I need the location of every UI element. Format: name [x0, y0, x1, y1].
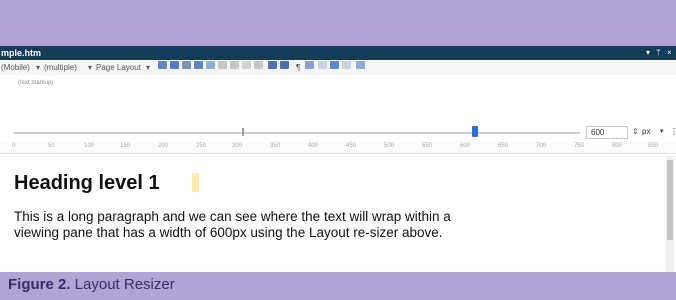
device-dropdown[interactable]: (Mobile)	[1, 61, 30, 75]
pin-icon[interactable]: ᛘ	[656, 47, 661, 59]
scrollbar-thumb[interactable]	[667, 160, 673, 240]
ruler-tick: 300	[232, 143, 243, 149]
page-icon[interactable]	[356, 61, 365, 69]
panel-right-icon[interactable]	[280, 61, 289, 69]
copy-icon[interactable]	[330, 61, 339, 69]
table-icon[interactable]	[230, 61, 239, 69]
ruler-tick: 850	[648, 143, 659, 149]
ruler-tick: 700	[536, 143, 547, 149]
more-options-icon[interactable]: ⋮	[670, 126, 676, 138]
long-paragraph[interactable]: This is a long paragraph and we can see …	[14, 209, 484, 241]
editor-screen: mple.htm ▾ ᛘ × (Mobile) ▾ (multiple) ▾ P…	[0, 46, 676, 272]
mode-dropdown[interactable]: (multiple)	[44, 61, 77, 75]
chevron-down-icon[interactable]: ▾	[146, 61, 150, 75]
ruler-tick: 100	[84, 143, 95, 149]
chevron-down-icon[interactable]: ▾	[36, 61, 40, 75]
document-title-bar: mple.htm ▾ ᛘ ×	[0, 46, 676, 60]
figure-caption: Figure 2. Layout Resizer	[8, 276, 175, 294]
text-markup-hint: (text markup)	[18, 80, 54, 86]
ruler-tick: 50	[48, 143, 55, 149]
ruler-tick: 350	[270, 143, 281, 149]
figure-label: Figure 2.	[8, 276, 71, 293]
ruler-tick: 450	[346, 143, 357, 149]
design-toolbar: (Mobile) ▾ (multiple) ▾ Page Layout ▾ ¶	[0, 61, 676, 75]
close-icon[interactable]: ×	[667, 47, 672, 59]
unit-select[interactable]: px	[642, 126, 650, 138]
show-hide-icon[interactable]	[305, 61, 314, 69]
ruler-tick: 600	[460, 143, 471, 149]
visual-aids-icon[interactable]	[318, 61, 327, 69]
ruler-tick: 150	[120, 143, 131, 149]
horizontal-ruler: 0 50 100 150 200 250 300 350 400 450 500…	[0, 142, 676, 154]
split-view-icon[interactable]	[170, 61, 179, 69]
heading-level-1[interactable]: Heading level 1	[14, 172, 160, 194]
design-surface[interactable]: Heading level 1 This is a long paragraph…	[0, 156, 664, 272]
width-input[interactable]: 600	[586, 126, 628, 139]
unit-dropdown-icon[interactable]: ▾	[660, 126, 664, 138]
paragraph-mark-icon[interactable]: ¶	[296, 61, 300, 75]
format-icon[interactable]	[242, 61, 251, 69]
layout-resizer-marker	[242, 128, 244, 136]
ruler-tick: 400	[308, 143, 319, 149]
vertical-scrollbar[interactable]	[666, 156, 674, 272]
image-icon[interactable]	[218, 61, 227, 69]
text-cursor	[192, 173, 199, 192]
layout-resizer-track[interactable]	[14, 132, 580, 134]
chevron-down-icon[interactable]: ▾	[88, 61, 92, 75]
preview-icon[interactable]	[194, 61, 203, 69]
width-spinner[interactable]: ⇕	[632, 126, 639, 138]
page-layout-dropdown[interactable]: Page Layout	[96, 61, 141, 75]
browser-icon[interactable]	[206, 61, 215, 69]
ruler-tick: 500	[384, 143, 395, 149]
ruler-tick: 200	[158, 143, 169, 149]
layout-resizer-handle[interactable]	[472, 126, 478, 137]
ruler-tick: 800	[612, 143, 623, 149]
ruler-tick: 650	[498, 143, 509, 149]
figure-title: Layout Resizer	[70, 276, 175, 293]
panel-left-icon[interactable]	[268, 61, 277, 69]
ruler-tick: 250	[196, 143, 207, 149]
file-name: mple.htm	[1, 48, 42, 58]
grid-icon[interactable]	[342, 61, 351, 69]
ruler-tick: 0	[12, 143, 16, 149]
design-view-icon[interactable]	[158, 61, 167, 69]
ruler-tick: 750	[574, 143, 585, 149]
align-icon[interactable]	[254, 61, 263, 69]
ruler-tick: 550	[422, 143, 433, 149]
dropdown-icon[interactable]: ▾	[646, 47, 650, 59]
code-view-icon[interactable]	[182, 61, 191, 69]
